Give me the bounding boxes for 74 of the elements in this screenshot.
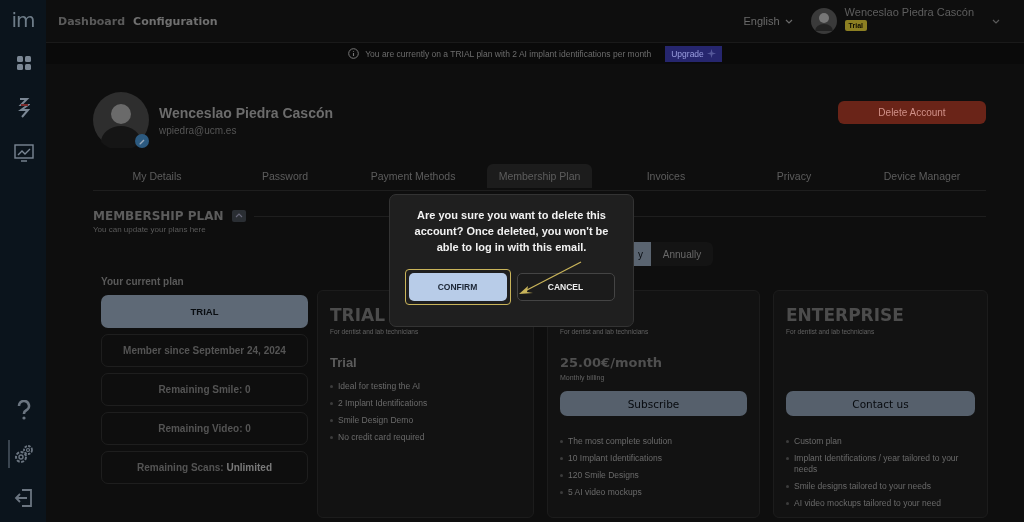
feature-text: No credit card required <box>338 432 425 443</box>
bullet-icon <box>330 419 333 422</box>
feature-text: 10 Implant Identifications <box>568 453 663 464</box>
section-subtitle: You can update your plans here <box>93 225 206 234</box>
tab[interactable]: My Details <box>93 164 222 188</box>
feature-text: AI video mockups tailored to your need <box>794 498 941 509</box>
feature-text: 5 AI video mockups <box>568 487 642 498</box>
delete-account-button[interactable]: Delete Account <box>838 101 986 124</box>
profile-avatar <box>93 92 149 148</box>
current-plan-name: TRIAL <box>101 295 308 328</box>
bullet-icon <box>330 436 333 439</box>
cancel-button[interactable]: CANCEL <box>516 273 615 301</box>
plan-name: Trial <box>330 355 358 370</box>
info-icon <box>348 48 360 59</box>
settings-icon <box>13 443 35 465</box>
plan-stat: Member since September 24, 2024 <box>123 345 286 356</box>
feature-text: The most complete solution <box>568 436 672 447</box>
logo: im <box>11 8 35 32</box>
user-avatar <box>810 8 837 34</box>
upgrade-button[interactable]: Upgrade <box>665 45 722 62</box>
bullet-icon <box>786 485 789 488</box>
pointer-arrow <box>517 260 583 296</box>
tab[interactable]: Membership Plan <box>487 164 592 188</box>
plan-stat: Remaining Scans: Unlimited <box>137 462 272 473</box>
feature-text: 2 Implant Identifications <box>338 398 428 409</box>
bullet-icon <box>786 502 789 505</box>
bullet-icon <box>560 457 563 460</box>
plan-price: 25.00€/month <box>560 355 664 370</box>
grid-icon <box>16 55 32 71</box>
breadcrumb-item[interactable]: Dashboard <box>58 14 126 28</box>
plan-stat: Remaining Video: 0 <box>158 423 251 434</box>
plan-button[interactable]: Contact us <box>786 391 975 416</box>
bullet-icon <box>786 440 789 443</box>
sparkle-icon <box>706 49 716 58</box>
collapse-icon[interactable] <box>231 210 246 222</box>
feature-text: Smile Design Demo <box>338 415 414 426</box>
bullet-icon <box>330 402 333 405</box>
plan-title: ENTERPRISE <box>786 305 905 327</box>
dialog-message: Are you sure you want to delete this account? Once deleted, you won't be able to log in with this email. <box>413 208 610 255</box>
feature-text: 120 Smile Designs <box>568 470 639 481</box>
plan-stat: Remaining Smile: 0 <box>158 384 251 395</box>
tab[interactable]: Invoices <box>601 164 730 188</box>
section-title: MEMBERSHIP PLAN <box>93 209 224 223</box>
bullet-icon <box>786 457 789 460</box>
feature-text: Implant Identifications / year tailored to your needs <box>794 453 960 475</box>
breadcrumb-item[interactable]: Configuration <box>133 14 218 28</box>
feature-text: Custom plan <box>794 436 842 447</box>
profile-email: wpiedra@ucm.es <box>159 124 238 136</box>
plan-button[interactable]: Subscribe <box>560 391 747 416</box>
bullet-icon <box>560 440 563 443</box>
help-icon <box>17 400 31 420</box>
tab[interactable]: Privacy <box>729 164 858 188</box>
chevron-down-icon[interactable] <box>992 18 1000 24</box>
banner-text: You are currently on a TRIAL plan with 2 AI implant identifications per month <box>365 48 652 59</box>
tab[interactable]: Payment Methods <box>349 164 478 188</box>
language-selector[interactable]: English <box>743 15 793 27</box>
user-name: Wenceslao Piedra Cascón <box>844 5 974 18</box>
feature-text: Ideal for testing the AI <box>338 381 421 392</box>
plan-title: TRIAL <box>330 305 386 327</box>
zigzag-icon <box>18 97 30 119</box>
bullet-icon <box>560 474 563 477</box>
tab[interactable]: Password <box>221 164 350 188</box>
logout-icon <box>14 488 34 508</box>
confirm-button[interactable]: CONFIRM <box>408 273 507 301</box>
profile-name: Wenceslao Piedra Cascón <box>159 104 335 121</box>
edit-icon[interactable] <box>135 134 149 148</box>
chart-icon <box>14 144 34 162</box>
billing-option[interactable]: Annually <box>651 242 713 266</box>
feature-text: Smile designs tailored to your needs <box>794 481 932 492</box>
bullet-icon <box>330 385 333 388</box>
chevron-down-icon <box>784 18 793 24</box>
current-plan-label: Your current plan <box>101 276 185 287</box>
bullet-icon <box>560 491 563 494</box>
tab[interactable]: Device Manager <box>858 164 986 188</box>
